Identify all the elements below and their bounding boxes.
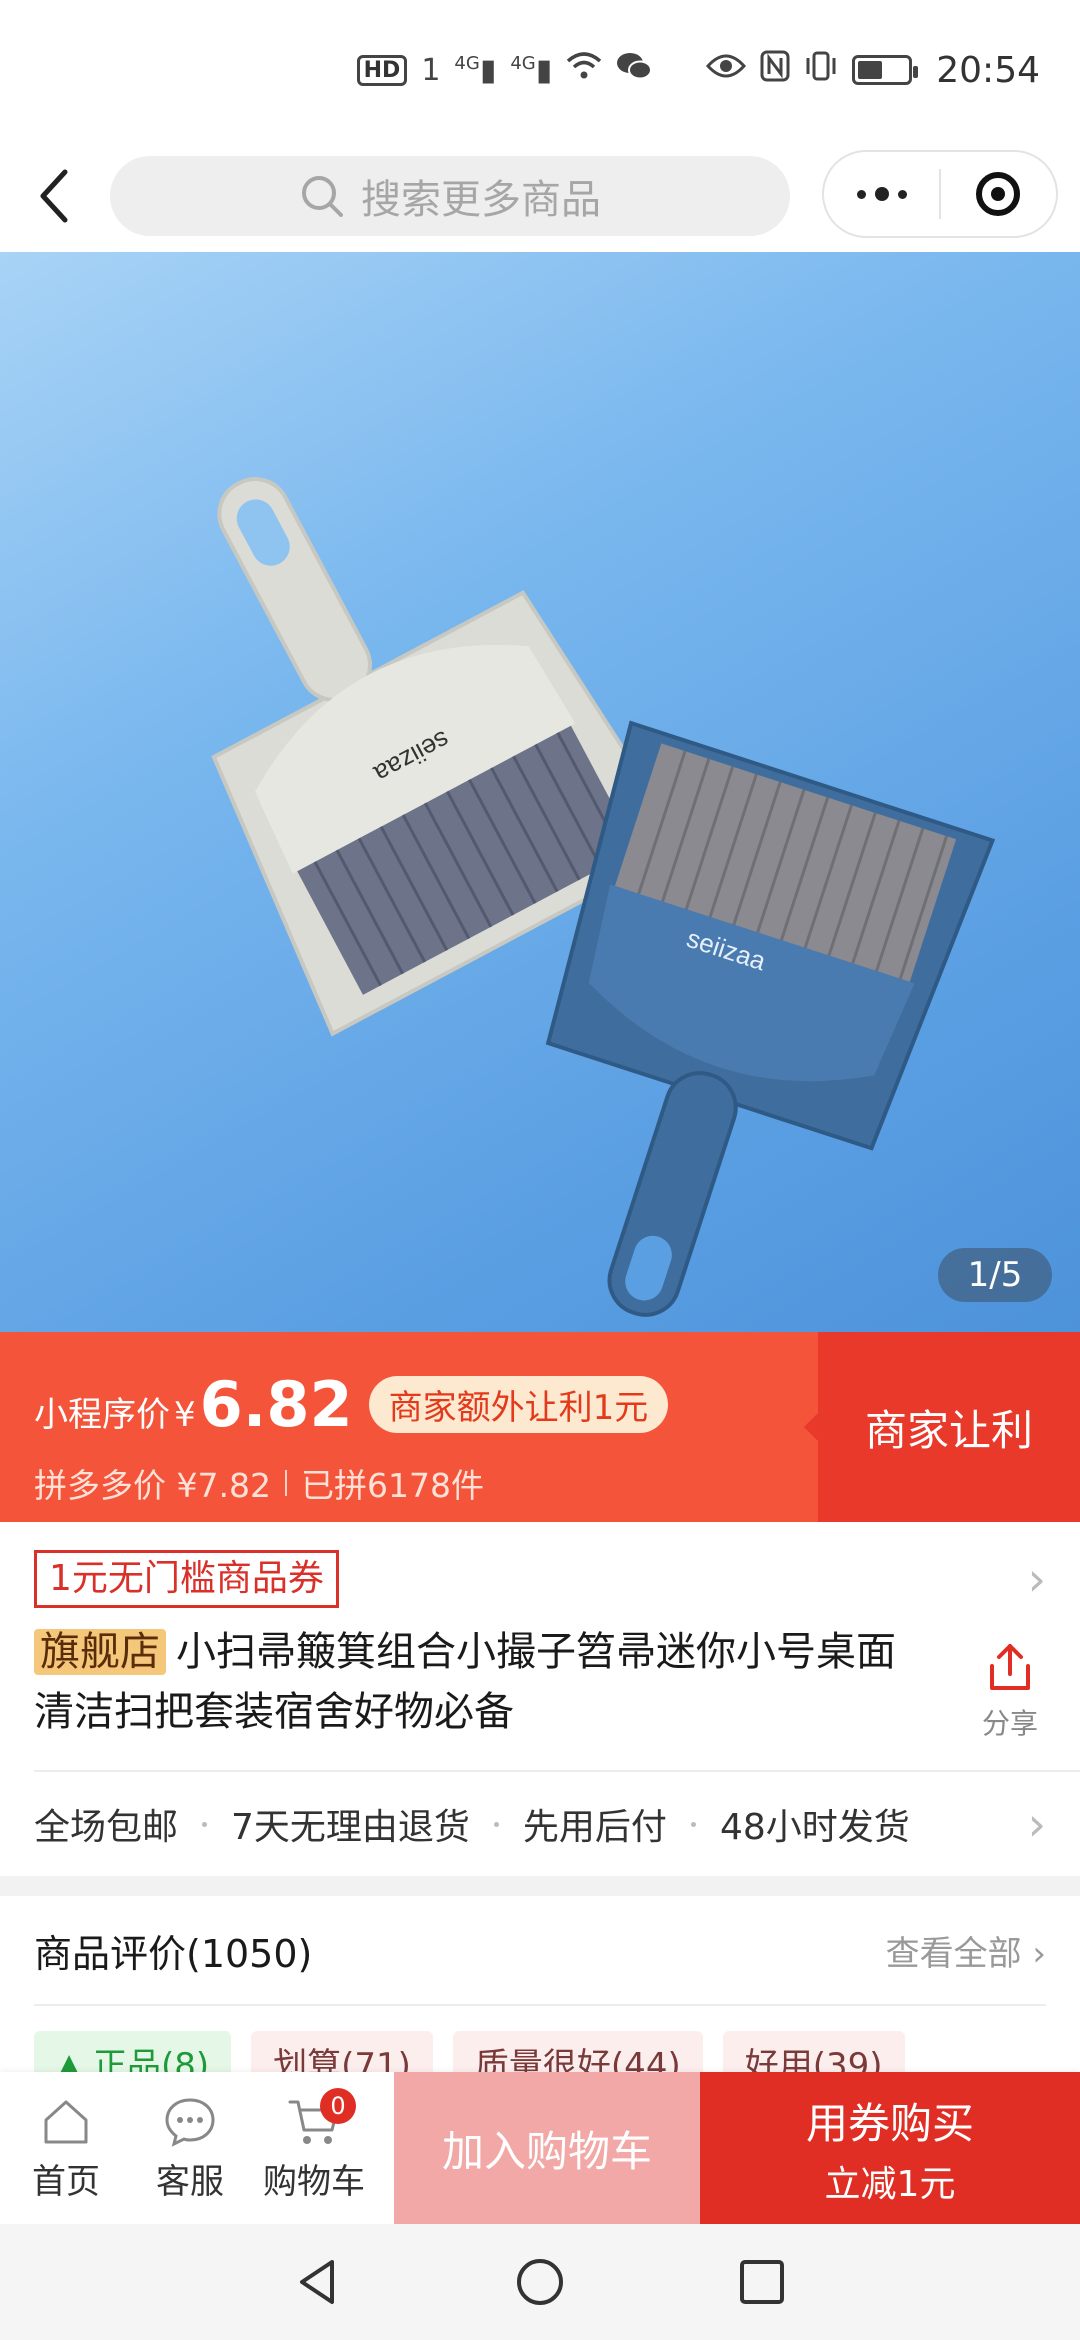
divider xyxy=(284,1470,287,1496)
reference-price: 拼多多价 ¥7.82 xyxy=(34,1466,271,1505)
eye-icon xyxy=(706,52,747,88)
separator-dot xyxy=(690,1821,696,1827)
search-icon xyxy=(302,176,343,217)
status-bar: HD 1 4G▮ 4G▮ 20:54 xyxy=(0,0,1080,140)
dustpan-set-illustration: seiizaa seiizaa xyxy=(211,477,996,1317)
share-label: 分享 xyxy=(981,1707,1038,1740)
promo-tag: 商家额外让利1元 xyxy=(368,1376,669,1433)
home-label: 首页 xyxy=(32,2161,100,2202)
search-input[interactable]: 搜索更多商品 xyxy=(110,156,790,236)
product-title: 旗舰店 小扫帚簸箕组合小撮子笤帚迷你小号桌面清洁扫把套装宿舍好物必备 xyxy=(34,1622,914,1742)
close-button[interactable] xyxy=(941,150,1056,238)
buy-label: 用券购买 xyxy=(805,2098,974,2148)
reviews-title: 商品评价(1050) xyxy=(34,1931,313,1976)
service-item: 全场包邮 xyxy=(34,1807,179,1848)
more-button[interactable] xyxy=(824,150,939,238)
service-item: 7天无理由退货 xyxy=(231,1807,470,1848)
service-guarantees[interactable]: 全场包邮 7天无理由退货 先用后付 48小时发货 › xyxy=(0,1772,1080,1876)
chat-icon xyxy=(165,2097,215,2147)
merchant-discount-button[interactable]: 商家让利 xyxy=(804,1332,1080,1522)
cart-label: 购物车 xyxy=(263,2161,365,2202)
buy-with-coupon-button[interactable]: 用券购买 立减1元 xyxy=(700,2072,1080,2224)
currency-symbol: ¥ xyxy=(174,1395,196,1435)
wifi-icon xyxy=(566,51,602,89)
home-icon xyxy=(44,2100,88,2143)
product-info: 1元无门槛商品券 › 旗舰店 小扫帚簸箕组合小撮子笤帚迷你小号桌面清洁扫把套装宿舍… xyxy=(0,1522,1080,1772)
price-banner: 小程序价 ¥ 6.82 商家额外让利1元 拼多多价 ¥7.82 已拼6178件 … xyxy=(0,1332,1080,1522)
signal-icon: 4G▮ xyxy=(454,52,497,88)
nfc-icon xyxy=(760,50,790,90)
signal-icon-2: 4G▮ xyxy=(510,52,553,88)
chevron-left-icon xyxy=(40,169,68,223)
product-image[interactable]: seiizaa seiizaa 1/5 xyxy=(0,252,1080,1332)
sim-label: 1 xyxy=(421,52,441,88)
view-all-link[interactable]: 查看全部 › xyxy=(886,1926,1046,1975)
cart-count-badge: 0 xyxy=(320,2088,356,2124)
price-secondary: 拼多多价 ¥7.82 已拼6178件 xyxy=(34,1459,818,1507)
cart-button[interactable]: 购物车 0 xyxy=(252,2072,376,2224)
hd-icon: HD xyxy=(356,54,408,86)
nav-bar: 搜索更多商品 xyxy=(0,140,1080,252)
add-to-cart-button[interactable]: 加入购物车 xyxy=(394,2072,700,2224)
chevron-right-icon: › xyxy=(1027,1797,1046,1851)
reviews-section: 商品评价(1050) 查看全部 › ▲ 正品(8) 划算(71) 质量很好(44… xyxy=(0,1896,1080,2101)
bottom-action-bar: 首页 客服 购物车 0 加入购物车 用券购买 立减1元 xyxy=(0,2072,1080,2224)
target-icon xyxy=(976,172,1021,216)
buy-sublabel: 立减1元 xyxy=(824,2163,956,2205)
mini-program-capsule xyxy=(822,150,1058,238)
sold-count: 已拼6178件 xyxy=(300,1466,484,1505)
customer-service-button[interactable]: 客服 xyxy=(128,2072,252,2224)
chevron-right-icon[interactable]: › xyxy=(1028,1552,1046,1606)
price-label: 小程序价 xyxy=(34,1395,170,1435)
customer-service-label: 客服 xyxy=(156,2161,224,2202)
home-button[interactable]: 首页 xyxy=(4,2072,128,2224)
share-icon xyxy=(990,1644,1030,1690)
merchant-discount-label: 商家让利 xyxy=(864,1405,1033,1455)
battery-icon xyxy=(852,55,919,85)
more-icon xyxy=(856,187,907,201)
service-item: 48小时发货 xyxy=(719,1807,910,1848)
home-circle-icon[interactable] xyxy=(514,2256,566,2308)
separator-dot xyxy=(493,1821,499,1827)
share-button[interactable]: 分享 xyxy=(968,1640,1052,1742)
flagship-badge: 旗舰店 xyxy=(34,1629,166,1675)
recents-square-icon[interactable] xyxy=(736,2256,788,2308)
vibrate-icon xyxy=(804,50,838,90)
image-counter: 1/5 xyxy=(938,1248,1052,1302)
price-info: 小程序价 ¥ 6.82 商家额外让利1元 拼多多价 ¥7.82 已拼6178件 xyxy=(0,1332,818,1522)
separator-dot xyxy=(202,1821,208,1827)
wechat-icon xyxy=(616,50,653,90)
service-item: 先用后付 xyxy=(522,1807,667,1848)
system-navigation-bar xyxy=(0,2224,1080,2340)
back-button[interactable] xyxy=(0,140,110,252)
section-gap xyxy=(0,1876,1080,1896)
price-row: 小程序价 ¥ 6.82 商家额外让利1元 xyxy=(34,1368,818,1441)
back-triangle-icon[interactable] xyxy=(292,2256,344,2308)
search-placeholder: 搜索更多商品 xyxy=(361,177,601,223)
clock: 20:54 xyxy=(936,49,1040,91)
product-page: HD 1 4G▮ 4G▮ 20:54 搜索更多商品 seiizaa seiiza… xyxy=(0,0,1080,2340)
coupon-tag[interactable]: 1元无门槛商品券 xyxy=(34,1550,339,1608)
current-price: 6.82 xyxy=(199,1368,353,1441)
add-to-cart-label: 加入购物车 xyxy=(441,2126,652,2176)
reviews-header[interactable]: 商品评价(1050) 查看全部 › xyxy=(34,1896,1046,2006)
